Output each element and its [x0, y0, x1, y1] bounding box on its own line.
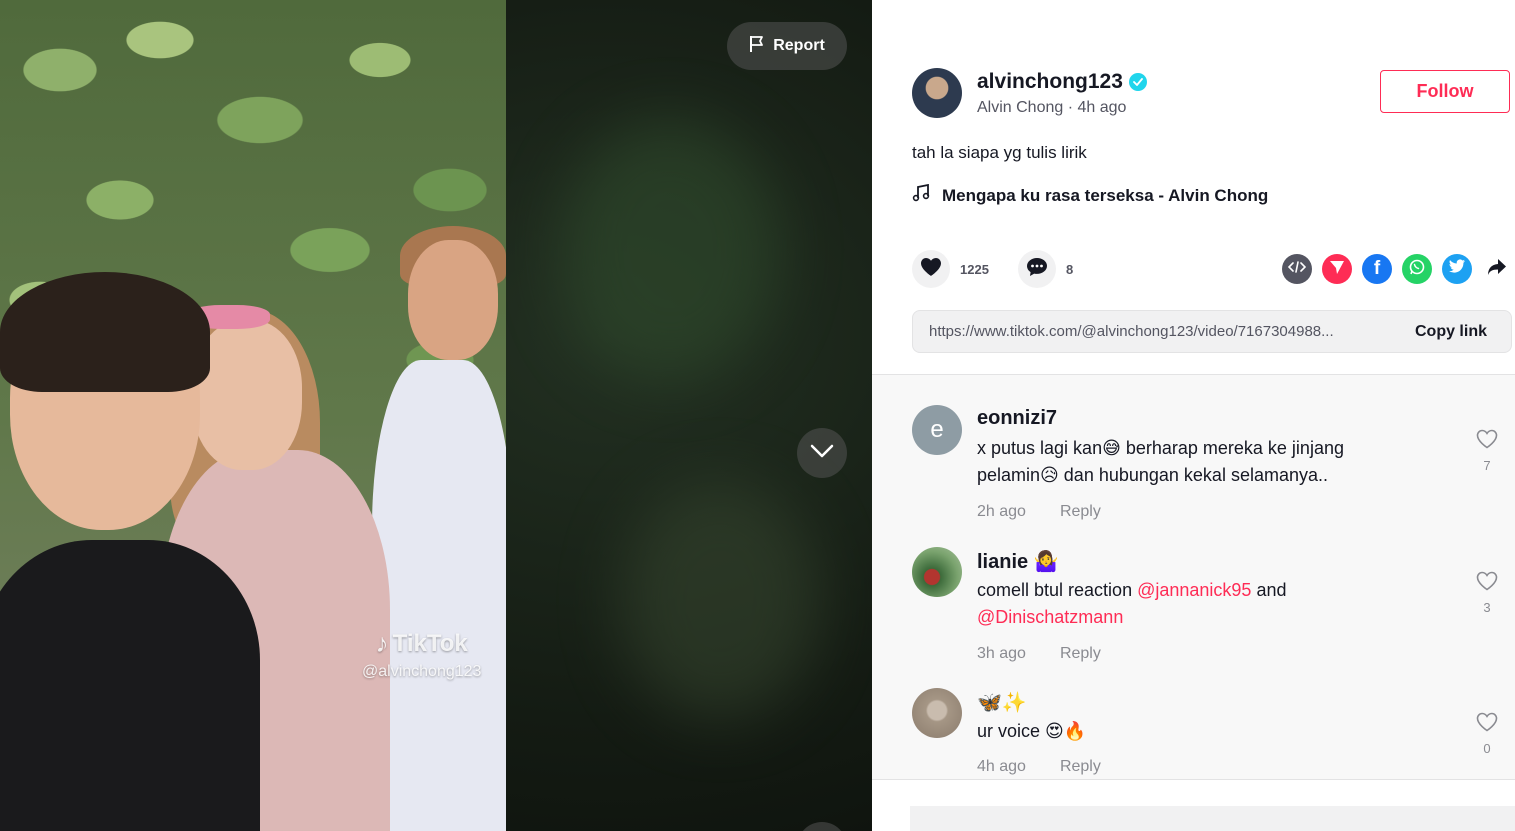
commenter-username[interactable]: lianie 🤷‍♀️ [977, 549, 1059, 574]
video-link-text[interactable]: https://www.tiktok.com/@alvinchong123/vi… [913, 323, 1393, 340]
music-title[interactable]: Mengapa ku rasa terseksa - Alvin Chong [942, 186, 1268, 206]
share-arrow-icon [1487, 258, 1507, 281]
reply-button[interactable]: Reply [1060, 758, 1101, 776]
verified-badge-icon [1128, 73, 1147, 91]
post-caption: tah la siapa yg tulis lirik [912, 143, 1087, 162]
facebook-icon: f [1373, 258, 1381, 279]
info-panel: alvinchong123 Alvin Chong · 4h ago Follo… [872, 0, 1515, 831]
comment-like-count: 3 [1483, 600, 1491, 615]
watermark-brand: TikTok [392, 629, 468, 657]
watermark-handle: @alvinchong123 [362, 663, 482, 680]
heart-outline-icon [1476, 712, 1498, 736]
blur-decoration [620, 480, 820, 720]
heart-outline-icon [1476, 429, 1498, 453]
comment-time: 3h ago [977, 645, 1026, 662]
heart-outline-icon [1476, 571, 1498, 595]
send-to-friends-button[interactable] [1322, 254, 1352, 284]
commenter-username[interactable]: eonnizi7 [977, 407, 1057, 430]
more-share-button[interactable] [1482, 254, 1512, 284]
person-figure [0, 272, 210, 392]
comment-text-line: ur voice 😍🔥 [977, 721, 1087, 741]
person-figure [372, 360, 506, 831]
share-facebook-button[interactable]: f [1362, 254, 1392, 284]
author-username[interactable]: alvinchong123 [977, 70, 1147, 94]
blur-decoration [560, 120, 780, 380]
comment-like-count: 7 [1483, 458, 1491, 473]
music-link[interactable]: Mengapa ku rasa terseksa - Alvin Chong [912, 183, 1268, 207]
comment-like-count: 0 [1483, 741, 1491, 756]
comment-text: comell btul reaction @jannanick95 and @D… [977, 577, 1407, 631]
like-button[interactable] [912, 250, 950, 288]
comment-like-button[interactable]: 3 [1472, 571, 1502, 615]
comment-meta: 3h ago Reply [977, 645, 1101, 663]
avatar-letter: e [930, 416, 944, 443]
comment-like-button[interactable]: 0 [1472, 712, 1502, 756]
comment-like-button[interactable]: 7 [1472, 429, 1502, 473]
reply-button[interactable]: Reply [1060, 503, 1101, 521]
comment-bubble-icon [1026, 257, 1048, 282]
comment-text-line: pelamin😥 dan hubungan kekal selamanya.. [977, 465, 1328, 485]
tiktok-logo-icon: ♪ [375, 628, 389, 658]
mention-link[interactable]: @jannanick95 [1137, 580, 1251, 600]
comment-count: 8 [1066, 261, 1074, 277]
video-panel[interactable]: ♪ TikTok @alvinchong123 Report [0, 0, 872, 831]
comment-time: 2h ago [977, 503, 1026, 520]
comment-action[interactable]: 8 [1018, 250, 1073, 288]
comment-text: ur voice 😍🔥 [977, 718, 1407, 745]
share-twitter-button[interactable] [1442, 254, 1472, 284]
mention-link[interactable]: @Dinischatzmann [977, 607, 1123, 627]
video-link-box: https://www.tiktok.com/@alvinchong123/vi… [912, 310, 1512, 353]
commenter-avatar[interactable] [912, 688, 962, 738]
comment-time: 4h ago [977, 758, 1026, 775]
embed-icon [1287, 260, 1307, 278]
commenter-avatar[interactable]: e [912, 405, 962, 455]
secondary-nav-button[interactable] [797, 822, 847, 831]
copy-link-button[interactable]: Copy link [1393, 323, 1511, 341]
like-action[interactable]: 1225 [912, 250, 989, 288]
author-subline: Alvin Chong · 4h ago [977, 99, 1126, 117]
commenter-avatar[interactable] [912, 547, 962, 597]
author-username-text[interactable]: alvinchong123 [977, 70, 1123, 94]
flag-icon [749, 35, 765, 58]
reply-button[interactable]: Reply [1060, 645, 1101, 663]
video-player[interactable]: ♪ TikTok @alvinchong123 [0, 0, 506, 831]
post-time: 4h ago [1077, 99, 1127, 116]
person-figure [0, 540, 260, 831]
share-whatsapp-button[interactable] [1402, 254, 1432, 284]
whatsapp-icon [1408, 258, 1426, 281]
person-figure [408, 240, 498, 360]
commenter-username[interactable]: 🦋✨ [977, 690, 1027, 715]
comment-input-bar[interactable] [910, 806, 1515, 831]
author-avatar[interactable] [912, 68, 962, 118]
subline-separator: · [1063, 99, 1078, 116]
tiktok-watermark: ♪ TikTok @alvinchong123 [362, 628, 481, 681]
comment-text: x putus lagi kan😅 berharap mereka ke jin… [977, 435, 1407, 489]
comment-text-line: x putus lagi kan😅 berharap mereka ke jin… [977, 438, 1344, 458]
follow-button[interactable]: Follow [1380, 70, 1510, 113]
twitter-icon [1448, 259, 1466, 279]
embed-button[interactable] [1282, 254, 1312, 284]
like-count: 1225 [960, 261, 989, 277]
send-icon [1329, 259, 1345, 280]
next-video-button[interactable] [797, 428, 847, 478]
comment-meta: 4h ago Reply [977, 758, 1101, 776]
music-note-icon [912, 183, 930, 207]
comments-list[interactable]: e eonnizi7 x putus lagi kan😅 berharap me… [872, 374, 1515, 780]
heart-icon [920, 257, 942, 282]
comment-meta: 2h ago Reply [977, 503, 1101, 521]
report-label: Report [773, 37, 825, 54]
comment-text-line: and [1251, 580, 1287, 600]
comment-button[interactable] [1018, 250, 1056, 288]
report-button[interactable]: Report [727, 22, 847, 70]
chevron-down-icon [810, 444, 834, 463]
comment-text-line: comell btul reaction [977, 580, 1138, 600]
author-display-name: Alvin Chong [977, 99, 1064, 116]
